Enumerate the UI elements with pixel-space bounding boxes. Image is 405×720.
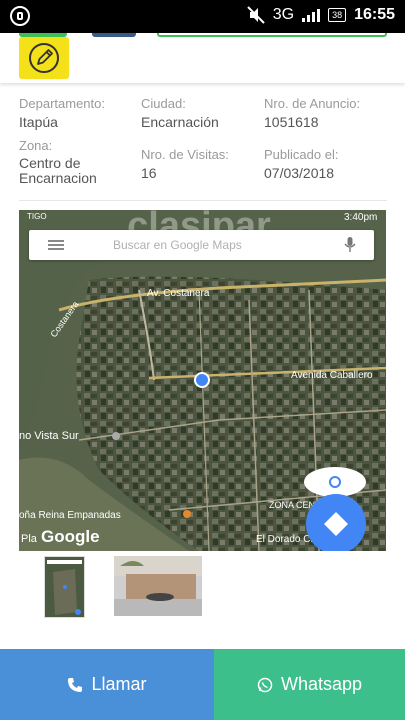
anuncio-value: 1051618 — [264, 114, 319, 130]
zona-value-line1: Centro de — [19, 155, 81, 171]
carrier-text: TIGO — [27, 212, 47, 221]
clock: 16:55 — [354, 6, 395, 23]
google-logo: Google — [41, 527, 100, 546]
satellite-map: clasipar Av. Costanera Costanera Avenida… — [19, 210, 386, 551]
battery-level: 38 — [328, 8, 347, 22]
label-costanera: Av. Costanera — [147, 288, 210, 299]
microphone-icon — [344, 237, 356, 252]
network-type: 3G — [272, 6, 295, 23]
tab-stub-3[interactable] — [157, 33, 387, 37]
ciudad-label: Ciudad: — [141, 96, 186, 111]
thumbnail-photo[interactable] — [114, 556, 202, 616]
zona-label: Zona: — [19, 138, 53, 153]
label-reina: oña Reina Empanadas — [19, 510, 121, 521]
publicado-value: 07/03/2018 — [264, 165, 335, 181]
label-vista-sur: no Vista Sur — [19, 430, 79, 442]
map-search-bar: Buscar en Google Maps — [29, 230, 374, 260]
ciudad-value: Encarnación — [141, 114, 219, 130]
whatsapp-button[interactable]: Whatsapp — [214, 649, 405, 720]
visitas-value: 16 — [141, 165, 157, 181]
menu-icon-mid — [48, 244, 64, 246]
whatsapp-icon — [257, 677, 273, 692]
thumbnail-map-image — [45, 557, 84, 617]
departamento-value: Itapúa — [19, 114, 58, 130]
call-label: Llamar — [91, 674, 147, 694]
visitas-label: Nro. de Visitas: — [141, 147, 229, 162]
place-marker-icon — [183, 510, 191, 518]
anuncio-label: Nro. de Anuncio: — [264, 96, 361, 111]
whatsapp-notification-icon — [10, 6, 30, 26]
mute-icon — [247, 6, 265, 24]
map-image[interactable]: clasipar Av. Costanera Costanera Avenida… — [19, 210, 386, 551]
label-pla: Pla — [21, 533, 38, 545]
map-clock: 3:40pm — [344, 212, 377, 223]
pencil-icon — [29, 43, 59, 73]
place-marker-icon-2 — [112, 432, 120, 440]
label-avenida: Avenida Caballero — [291, 370, 373, 381]
publicado-label: Publicado el: — [264, 147, 339, 162]
tab-stub-2[interactable] — [92, 33, 136, 37]
status-bar: 3G 38 16:55 — [0, 0, 405, 33]
my-location-button — [304, 467, 366, 497]
thumbnail-photo-image — [114, 556, 202, 616]
departamento-label: Departamento: — [19, 96, 105, 111]
map-search-placeholder: Buscar en Google Maps — [113, 238, 242, 252]
thumbnail-map[interactable] — [44, 556, 85, 618]
contact-footer: Llamar Whatsapp — [0, 649, 405, 720]
signal-icon — [302, 8, 321, 22]
phone-icon — [68, 677, 83, 692]
edit-button[interactable] — [19, 37, 69, 79]
status-icons: 3G 38 16:55 — [247, 6, 395, 24]
call-button[interactable]: Llamar — [0, 649, 214, 720]
zona-value-line2: Encarnacion — [19, 170, 97, 186]
divider — [19, 200, 387, 201]
whatsapp-label: Whatsapp — [280, 674, 363, 694]
location-dot — [194, 372, 210, 388]
